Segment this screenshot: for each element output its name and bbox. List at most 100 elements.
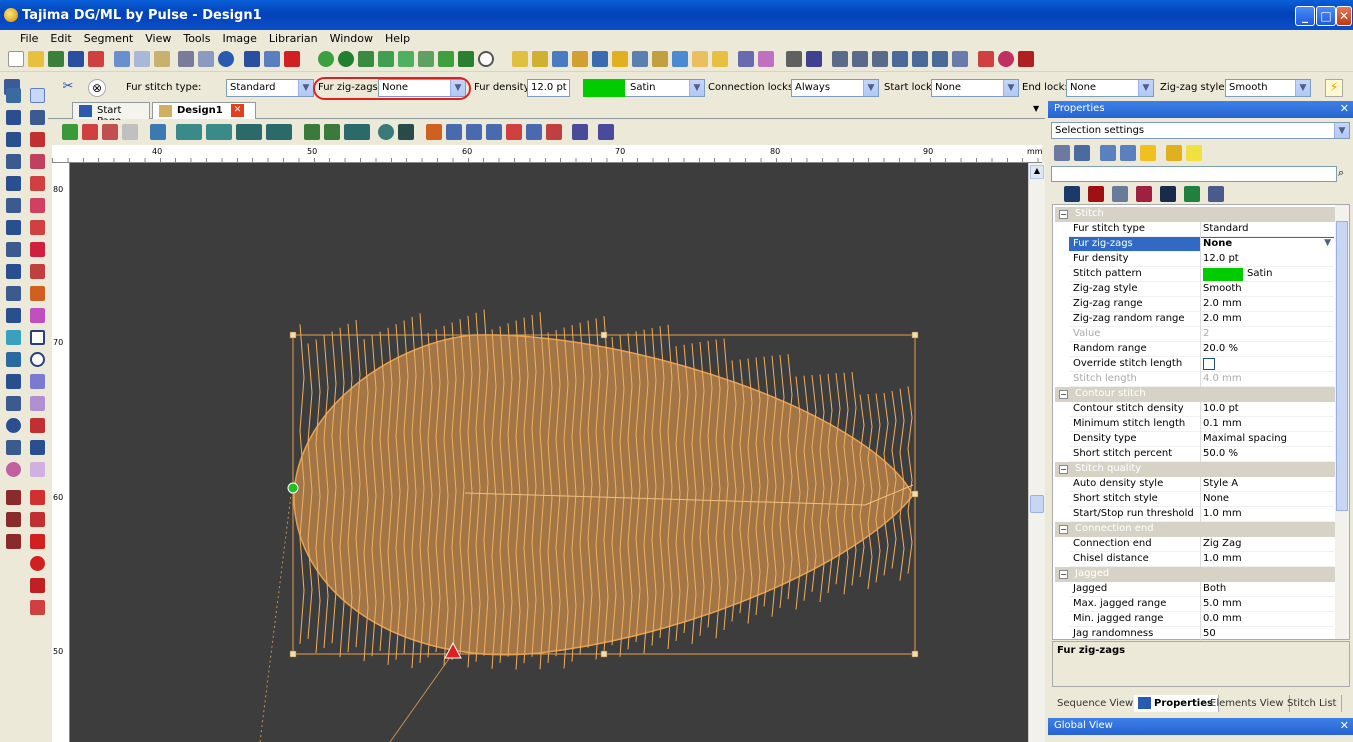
tool-x-icon[interactable] [6, 396, 21, 411]
property-row[interactable]: Jag randomness 50 [1069, 627, 1334, 642]
grid-dropdown-icon[interactable] [344, 124, 370, 140]
tool-k-icon[interactable] [6, 220, 21, 235]
property-row[interactable]: Connection end Zig Zag [1069, 537, 1334, 552]
tool-y-icon[interactable] [30, 396, 45, 411]
print-preview-icon[interactable] [198, 51, 214, 67]
tool-g-icon[interactable] [6, 176, 21, 191]
fur-tool-icon[interactable] [6, 88, 21, 103]
tool-a-icon[interactable] [6, 110, 21, 125]
move-icon[interactable] [672, 51, 688, 67]
menu-tools[interactable]: Tools [177, 32, 216, 45]
property-row[interactable]: Density type Maximal spacing [1069, 432, 1334, 447]
tool-ad-icon[interactable] [6, 490, 21, 505]
property-row[interactable]: Contour stitch density 10.0 pt [1069, 402, 1334, 417]
prop-tab-e-icon[interactable] [1160, 186, 1176, 202]
collapse-icon[interactable]: − [1059, 525, 1068, 534]
search-icon[interactable]: ⌕ [1338, 166, 1344, 180]
circle-tool-icon[interactable] [478, 51, 494, 67]
tool-v-icon[interactable] [6, 374, 21, 389]
chevron-down-icon[interactable]: ▼ [863, 80, 878, 96]
zoom-actual-icon[interactable] [932, 51, 948, 67]
menu-librarian[interactable]: Librarian [263, 32, 324, 45]
stitch-view-icon[interactable] [806, 51, 822, 67]
3d-icon[interactable] [398, 124, 414, 140]
tool-n-icon[interactable] [30, 242, 45, 257]
property-row[interactable]: Value 2 [1069, 327, 1334, 342]
seq-e-icon[interactable] [506, 124, 522, 140]
cancel-icon[interactable]: ⊗ [88, 79, 106, 97]
stitch-tool-2-icon[interactable] [338, 51, 354, 67]
fur-stitch-type-select[interactable]: Standard ▼ [226, 79, 314, 97]
prop-tab-f-icon[interactable] [1184, 186, 1200, 202]
resize-handle[interactable] [289, 331, 297, 339]
grid-icon[interactable] [324, 124, 340, 140]
wand-icon[interactable] [758, 51, 774, 67]
design-canvas[interactable] [70, 163, 1028, 742]
menu-segment[interactable]: Segment [78, 32, 140, 45]
property-scrollbar[interactable] [1335, 205, 1349, 639]
seq-b-icon[interactable] [446, 124, 462, 140]
property-category[interactable]: − Jagged [1055, 567, 1336, 582]
undo-icon[interactable] [244, 51, 260, 67]
property-row[interactable]: Max. jagged range 5.0 mm [1069, 597, 1334, 612]
close-panel-icon[interactable]: ✕ [1340, 102, 1349, 115]
grid-a-icon[interactable] [304, 124, 320, 140]
tool-p-icon[interactable] [30, 264, 45, 279]
design-svg[interactable] [70, 163, 1028, 742]
stitch-tool-6-icon[interactable] [418, 51, 434, 67]
property-row[interactable]: Fur zig-zags None ▼ [1069, 237, 1334, 252]
tool-ac-icon[interactable] [6, 462, 21, 477]
tool-l-icon[interactable] [30, 220, 45, 235]
tool-b-icon[interactable] [30, 110, 45, 125]
close-global-view-icon[interactable]: ✕ [1340, 719, 1349, 732]
seq-d-icon[interactable] [486, 124, 502, 140]
property-row[interactable]: Override stitch length [1069, 357, 1334, 372]
magic-icon[interactable] [738, 51, 754, 67]
chevron-down-icon[interactable]: ▼ [1003, 80, 1018, 96]
override-checkbox[interactable] [1203, 358, 1215, 370]
connection-locks-select[interactable]: Always ▼ [791, 79, 879, 97]
abc-box-tool-icon[interactable] [30, 600, 45, 615]
tool-ag-icon[interactable] [30, 512, 45, 527]
tab-design1[interactable]: Design1 ✕ [152, 102, 256, 119]
mirror-icon[interactable] [572, 51, 588, 67]
seq-a-icon[interactable] [426, 124, 442, 140]
chevron-down-icon[interactable]: ▼ [689, 80, 704, 96]
save-icon[interactable] [68, 51, 84, 67]
stitch-pattern-select[interactable]: Satin ▼ [625, 79, 705, 97]
resize-handle[interactable] [911, 650, 919, 658]
help-icon[interactable] [218, 51, 234, 67]
property-row[interactable]: Start/Stop run threshold 1.0 mm [1069, 507, 1334, 522]
seq-f-icon[interactable] [526, 124, 542, 140]
clock-icon[interactable] [378, 124, 394, 140]
paste-icon[interactable] [154, 51, 170, 67]
stitch-density-icon[interactable] [572, 124, 588, 140]
select-tool-icon[interactable] [30, 88, 45, 103]
prop-c-icon[interactable] [1166, 145, 1182, 161]
cut-icon[interactable] [114, 51, 130, 67]
property-scroll-thumb[interactable] [1336, 221, 1348, 511]
filter-icon[interactable] [62, 124, 78, 140]
align-icon[interactable] [512, 51, 528, 67]
tool-red-icon[interactable] [978, 51, 994, 67]
property-row[interactable]: Minimum stitch length 0.1 mm [1069, 417, 1334, 432]
fur-density-input[interactable]: 12.0 pt [527, 79, 570, 97]
menu-window[interactable]: Window [324, 32, 379, 45]
property-category[interactable]: − Stitch quality [1055, 462, 1336, 477]
align-2-icon[interactable] [532, 51, 548, 67]
star-icon[interactable] [30, 462, 45, 477]
zoom-width-icon[interactable] [952, 51, 968, 67]
stitch-tool-8-icon[interactable] [458, 51, 474, 67]
property-search-input[interactable] [1051, 166, 1337, 182]
menu-help[interactable]: Help [379, 32, 416, 45]
property-row[interactable]: Stitch length 4.0 mm [1069, 372, 1334, 387]
tab-sequence-view[interactable]: Sequence View [1052, 695, 1140, 712]
zoom-dropdown-icon[interactable] [206, 124, 232, 140]
ellipse-tool-icon[interactable] [30, 352, 45, 367]
tool-ai-icon[interactable] [30, 534, 45, 549]
stitches-icon[interactable] [786, 51, 802, 67]
copy-icon[interactable] [134, 51, 150, 67]
tool-d-icon[interactable] [30, 132, 45, 147]
tool-af-icon[interactable] [6, 512, 21, 527]
property-row[interactable]: Short stitch percent 50.0 % [1069, 447, 1334, 462]
